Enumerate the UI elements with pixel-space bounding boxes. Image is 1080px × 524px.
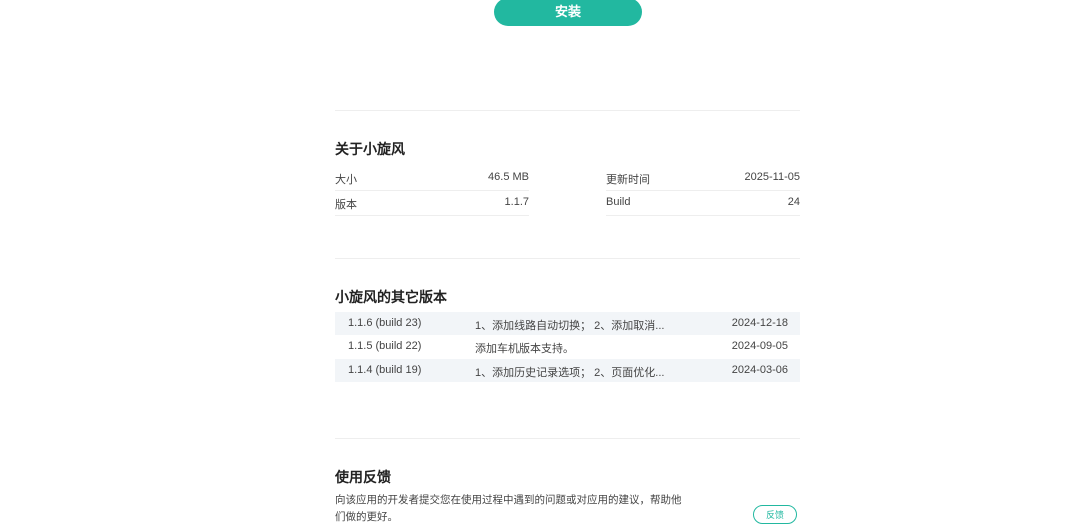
build-label: Build [606, 196, 631, 208]
app-detail-page: 安装 关于小旋风 大小 46.5 MB 更新时间 2025-11-05 版本 1… [0, 0, 1080, 524]
info-size: 大小 46.5 MB [335, 168, 529, 191]
feedback-button[interactable]: 反馈 [753, 505, 797, 524]
section-divider [335, 258, 800, 259]
updated-value: 2025-11-05 [744, 171, 800, 183]
updated-label: 更新时间 [606, 174, 650, 186]
version-row[interactable]: 1.1.6 (build 23) 1、添加线路自动切换； 2、添加取消... 2… [335, 312, 800, 335]
version-notes: 添加车机版本支持。 [475, 343, 574, 355]
feedback-description: 向该应用的开发者提交您在使用过程中遇到的问题或对应用的建议，帮助他们做的更好。 [335, 494, 682, 523]
size-label: 大小 [335, 174, 357, 186]
info-build: Build 24 [606, 193, 800, 216]
version-date: 2024-12-18 [731, 317, 788, 329]
section-divider [335, 110, 800, 111]
version-number: 1.1.4 (build 19) [348, 364, 422, 376]
feedback-title: 使用反馈 [335, 469, 391, 485]
version-value: 1.1.7 [504, 196, 529, 208]
info-updated: 更新时间 2025-11-05 [606, 168, 800, 191]
install-button[interactable]: 安装 [494, 0, 642, 26]
info-version: 版本 1.1.7 [335, 193, 529, 216]
about-section-title: 关于小旋风 [335, 141, 405, 157]
section-divider [335, 438, 800, 439]
build-value: 24 [787, 196, 800, 208]
version-date: 2024-03-06 [731, 364, 788, 376]
other-versions-title: 小旋风的其它版本 [335, 289, 447, 305]
version-row[interactable]: 1.1.5 (build 22) 添加车机版本支持。 2024-09-05 [335, 335, 800, 358]
version-label: 版本 [335, 199, 357, 211]
version-notes: 1、添加历史记录选项； 2、页面优化... [475, 367, 665, 379]
version-number: 1.1.6 (build 23) [348, 317, 422, 329]
version-date: 2024-09-05 [731, 340, 788, 352]
version-notes: 1、添加线路自动切换； 2、添加取消... [475, 320, 665, 332]
version-number: 1.1.5 (build 22) [348, 340, 422, 352]
version-row[interactable]: 1.1.4 (build 19) 1、添加历史记录选项； 2、页面优化... 2… [335, 359, 800, 382]
size-value: 46.5 MB [488, 171, 529, 183]
